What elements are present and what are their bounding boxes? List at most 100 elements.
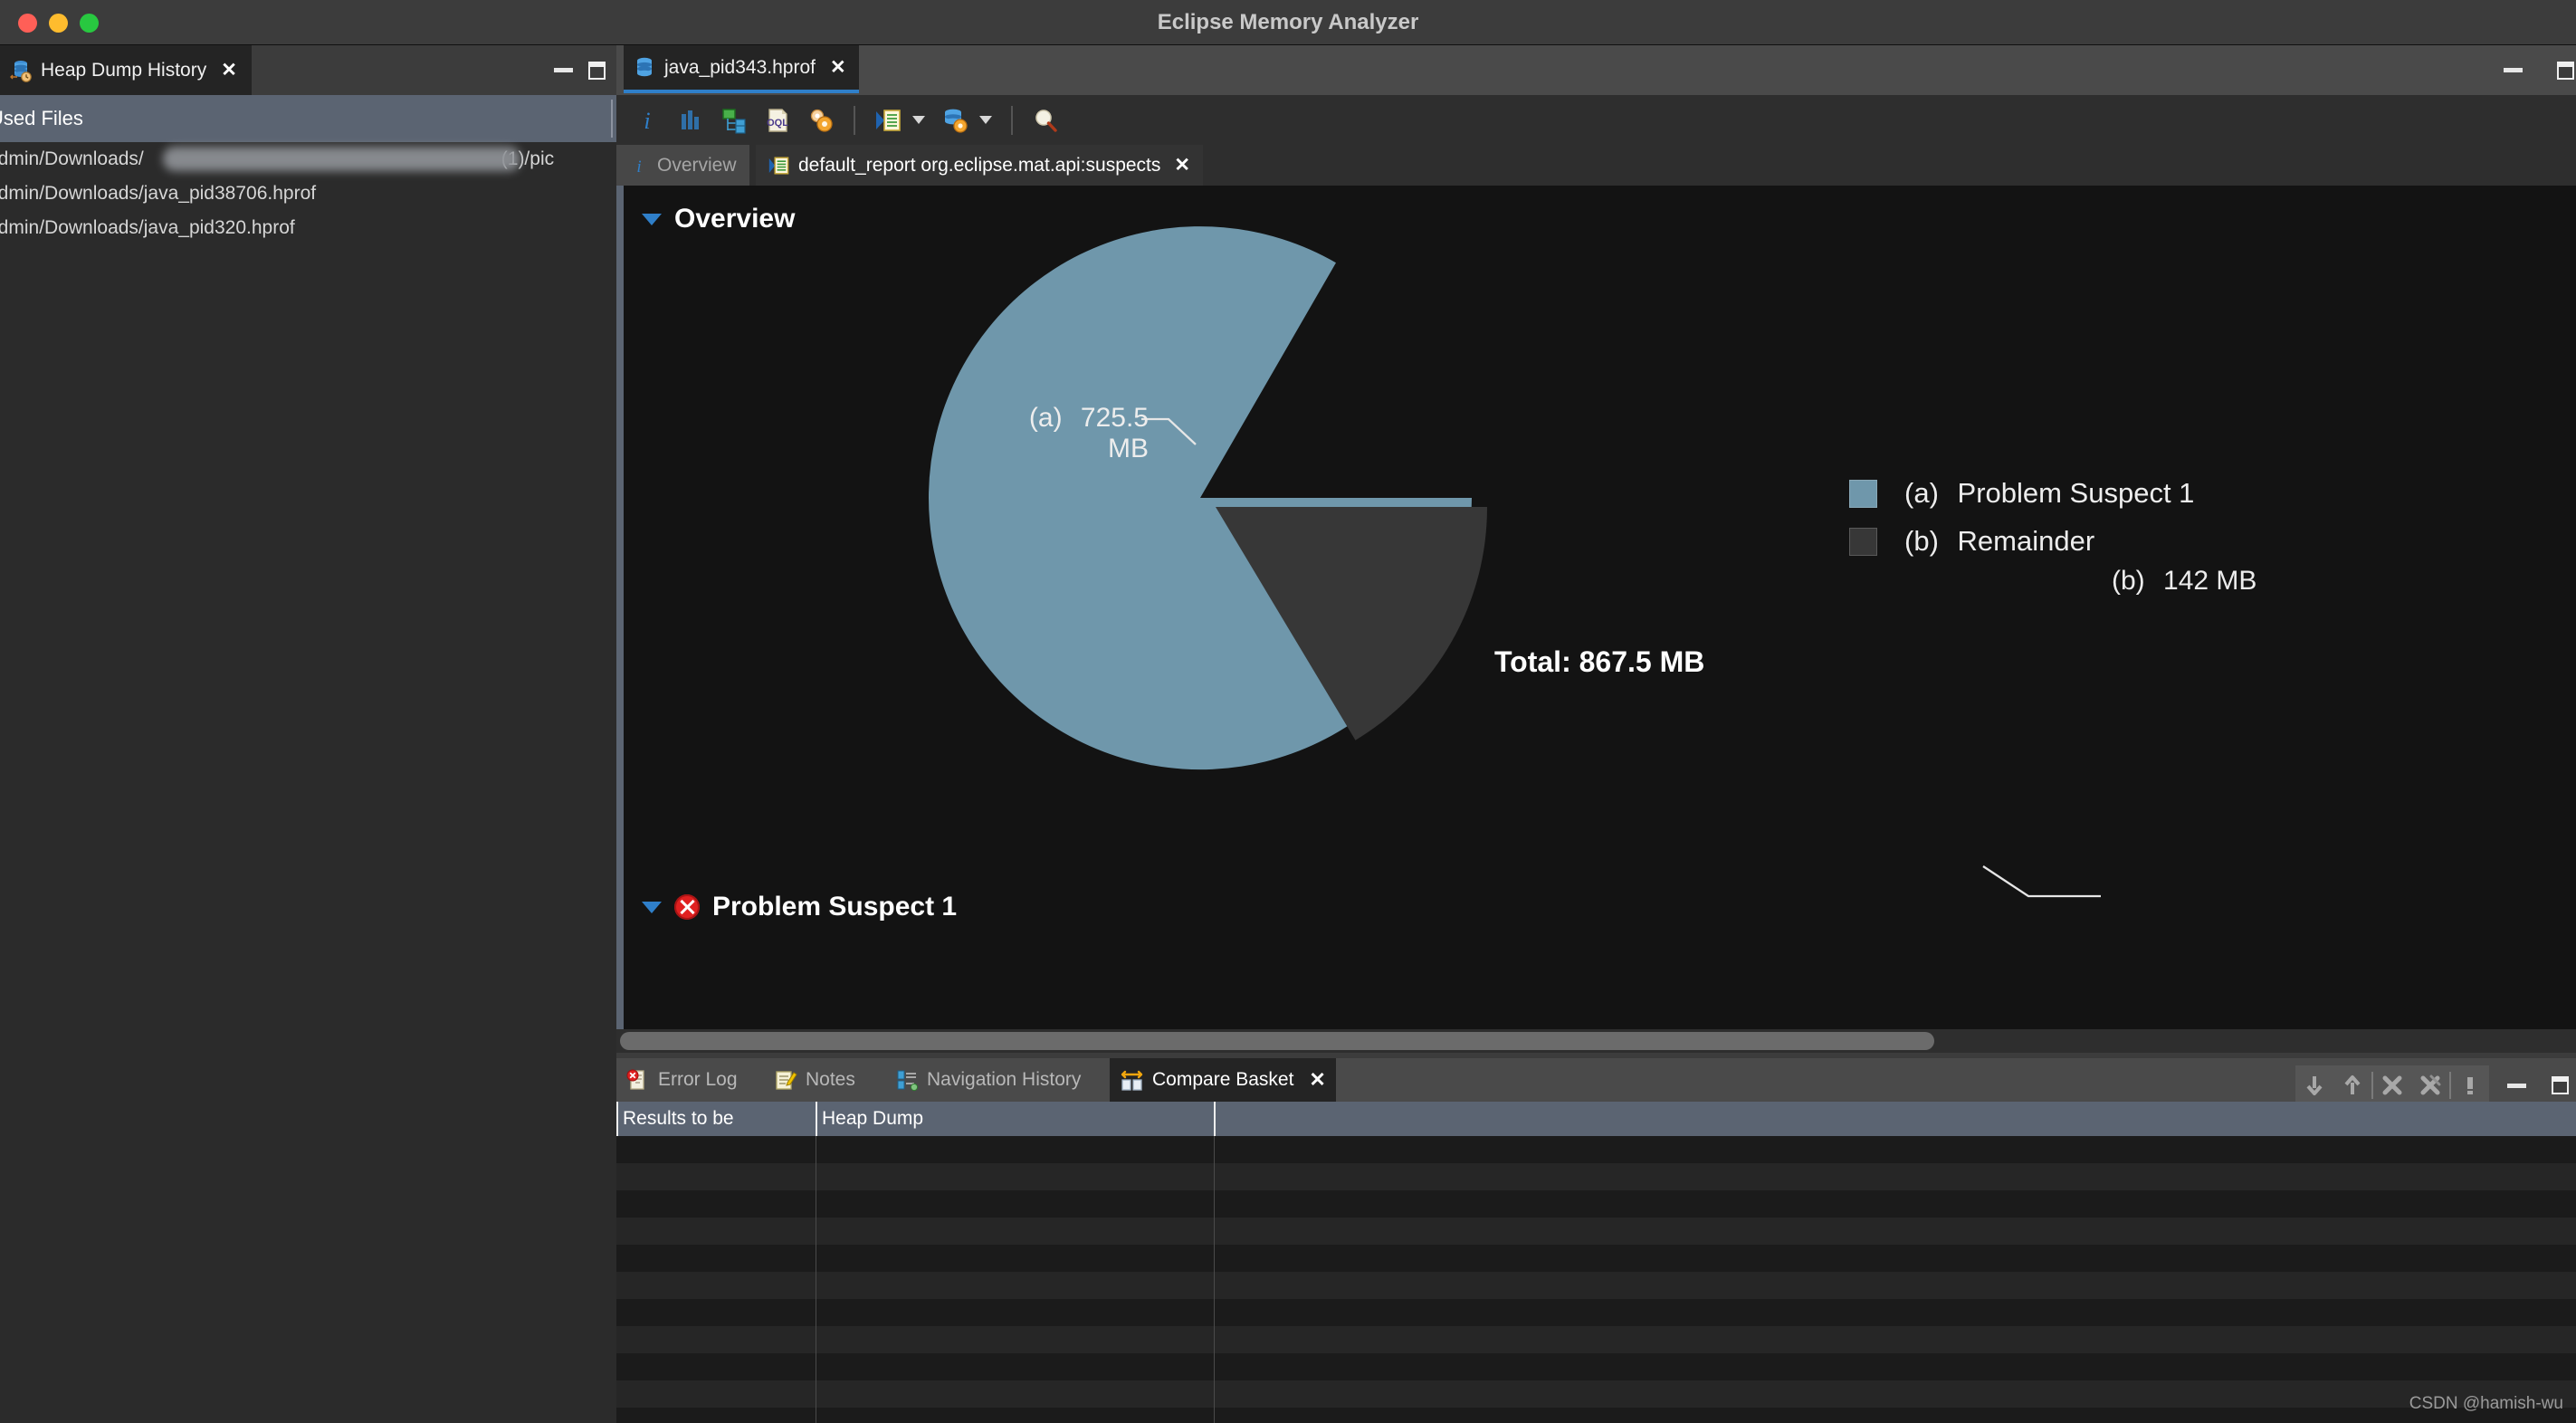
bottom-view-stack: Error Log Notes (616, 1053, 2576, 1423)
tab-label: Notes (806, 1069, 855, 1091)
used-files-header-label: Used Files (0, 107, 83, 130)
list-item-label: admin/Downloads/java_pid320.hprof (0, 217, 295, 238)
table-row[interactable] (616, 1218, 2576, 1245)
query-browser-icon[interactable] (935, 100, 975, 140)
column-header-extra[interactable] (1214, 1102, 2576, 1136)
scrollbar-thumb[interactable] (620, 1032, 1934, 1050)
error-log-icon (626, 1068, 650, 1092)
window-title: Eclipse Memory Analyzer (0, 0, 2576, 45)
svg-text:i: i (636, 158, 641, 176)
editor-area: java_pid343.hprof ✕ i (616, 45, 2576, 1423)
close-icon[interactable]: ✕ (1309, 1068, 1325, 1092)
pie-total-label: Total: 867.5 MB (1494, 645, 1704, 679)
heap-dump-file-list: admin/Downloads/(1)/pic admin/Downloads/… (0, 142, 616, 245)
legend-swatch-problem-suspect-1 (1849, 480, 1877, 508)
maximize-icon[interactable] (2543, 1065, 2576, 1105)
navigation-history-icon (895, 1068, 919, 1092)
report-tab-row: i Overview default_report org.eclipse.ma… (616, 145, 2576, 186)
legend-key: (a) (1904, 477, 1939, 509)
compare-icon[interactable] (2451, 1065, 2489, 1105)
table-row[interactable] (616, 1190, 2576, 1218)
move-down-icon[interactable] (2295, 1065, 2333, 1105)
column-header-heap-dump[interactable]: Heap Dump (816, 1102, 1214, 1136)
tab-overview[interactable]: i Overview (616, 145, 749, 186)
tab-error-log[interactable]: Error Log (616, 1058, 748, 1102)
maximize-icon[interactable] (588, 62, 606, 80)
list-item[interactable]: admin/Downloads/java_pid320.hprof (0, 211, 616, 245)
tab-label: Heap Dump History (41, 60, 206, 81)
heap-dump-history-icon (9, 59, 33, 82)
minimize-icon[interactable] (554, 68, 573, 72)
minimize-icon[interactable] (2489, 1065, 2543, 1105)
oql-icon[interactable]: OQL (758, 100, 797, 140)
table-row[interactable] (616, 1136, 2576, 1163)
tab-label: Compare Basket (1152, 1069, 1293, 1091)
used-files-column-header[interactable]: Used Files (0, 95, 616, 142)
callout-line-b (1983, 866, 2101, 896)
table-row[interactable] (616, 1299, 2576, 1326)
column-header-results[interactable]: Results to be compared (616, 1102, 816, 1136)
chevron-down-icon[interactable] (642, 902, 662, 913)
find-icon[interactable] (1026, 100, 1065, 140)
editor-window-controls (2504, 45, 2574, 95)
tab-default-report-suspects[interactable]: default_report org.eclipse.mat.api:suspe… (756, 145, 1203, 186)
table-row[interactable] (616, 1163, 2576, 1190)
tab-label: default_report org.eclipse.mat.api:suspe… (798, 155, 1160, 177)
legend-item: (b) Remainder (1849, 525, 2194, 558)
close-icon[interactable]: ✕ (1174, 154, 1190, 177)
compare-basket-icon (1120, 1068, 1144, 1093)
list-item[interactable]: admin/Downloads/(1)/pic (0, 142, 616, 177)
svg-text:i: i (644, 108, 650, 134)
chart-legend: (a) Problem Suspect 1 (b) Remainder (1849, 477, 2194, 558)
tab-label: Navigation History (927, 1069, 1081, 1091)
minimize-icon[interactable] (2504, 68, 2523, 72)
list-item[interactable]: admin/Downloads/java_pid38706.hprof (0, 177, 616, 211)
compare-basket-table-header: Results to be compared Heap Dump (616, 1102, 2576, 1136)
legend-label: Problem Suspect 1 (1958, 477, 2195, 509)
dominator-tree-icon[interactable] (714, 100, 754, 140)
table-row[interactable] (616, 1272, 2576, 1299)
calculate-retained-size-icon[interactable] (801, 100, 841, 140)
notes-icon (774, 1068, 797, 1092)
table-row[interactable] (616, 1245, 2576, 1272)
run-expert-system-test-icon[interactable] (868, 100, 908, 140)
histogram-icon[interactable] (671, 100, 711, 140)
table-row[interactable] (616, 1380, 2576, 1408)
toolbar-separator (1011, 106, 1013, 135)
report-icon (768, 155, 790, 177)
svg-text:OQL: OQL (767, 118, 788, 129)
bottom-view-toolbar (2295, 1064, 2576, 1107)
application-window: Eclipse Memory Analyzer Heap Dump Histor… (0, 0, 2576, 1423)
tab-heap-dump-history[interactable]: Heap Dump History ✕ (0, 45, 252, 95)
table-row[interactable] (616, 1326, 2576, 1353)
report-horizontal-scrollbar[interactable] (616, 1029, 2576, 1053)
redacted-region (163, 147, 520, 171)
close-icon[interactable]: ✕ (830, 56, 846, 79)
legend-label: Remainder (1958, 525, 2095, 557)
pie-callout-b: (b) 142 MB (2112, 566, 2256, 597)
clear-all-icon[interactable] (2411, 1065, 2449, 1105)
move-up-icon[interactable] (2333, 1065, 2371, 1105)
chevron-down-icon[interactable] (979, 116, 992, 124)
report-content: Overview (a) (616, 186, 2576, 1029)
column-resize-handle[interactable] (611, 100, 613, 138)
table-row[interactable] (616, 1408, 2576, 1423)
problem-suspect-title: Problem Suspect 1 (712, 892, 957, 922)
tab-navigation-history[interactable]: Navigation History (885, 1058, 1091, 1102)
tab-label: Error Log (658, 1069, 738, 1091)
chevron-down-icon[interactable] (912, 116, 925, 124)
close-icon[interactable]: ✕ (221, 59, 237, 81)
editor-tab-row: java_pid343.hprof ✕ (616, 45, 2576, 95)
toolbar-separator (854, 106, 855, 135)
editor-toolbar: i (616, 95, 2576, 145)
tab-notes[interactable]: Notes (764, 1058, 865, 1102)
tab-compare-basket[interactable]: Compare Basket ✕ (1110, 1058, 1336, 1102)
maximize-icon[interactable] (2557, 62, 2574, 80)
table-row[interactable] (616, 1353, 2576, 1380)
problem-suspect-1-section-header[interactable]: Problem Suspect 1 (642, 892, 957, 922)
remove-icon[interactable] (2373, 1065, 2411, 1105)
legend-swatch-remainder (1849, 528, 1877, 556)
tab-java-pid343-hprof[interactable]: java_pid343.hprof ✕ (624, 45, 859, 93)
heap-dump-overview-icon[interactable]: i (627, 100, 667, 140)
move-buttons-group (2295, 1065, 2489, 1105)
